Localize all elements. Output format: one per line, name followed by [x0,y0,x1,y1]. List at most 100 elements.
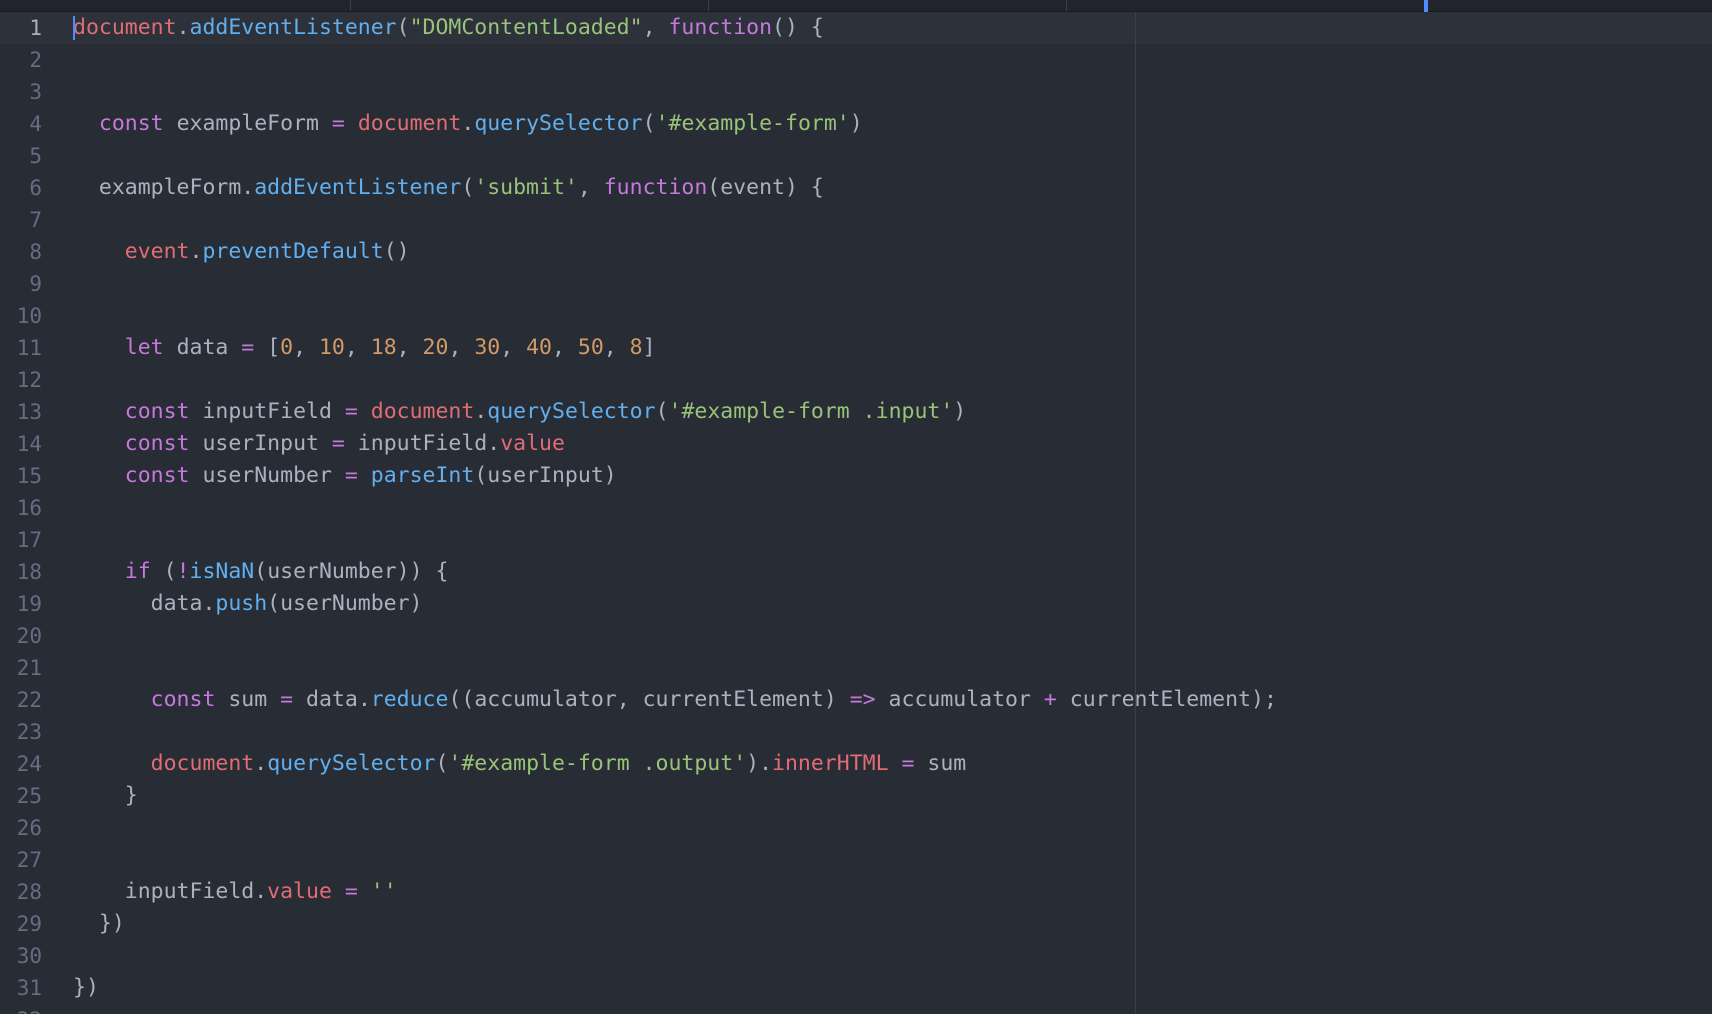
line-number[interactable]: 23 [0,716,42,748]
code-line[interactable]: let data = [0, 10, 18, 20, 30, 40, 50, 8… [73,332,656,364]
code-line[interactable]: const sum = data.reduce((accumulator, cu… [73,684,1277,716]
code-token: ) [953,399,967,424]
tab[interactable] [709,0,1067,11]
line-number[interactable]: 13 [0,396,42,428]
line-number[interactable]: 27 [0,844,42,876]
active-tab-indicator [1424,0,1428,12]
code-token: isNaN [189,559,255,584]
code-token: data. [73,591,216,616]
code-token: ( [642,111,656,136]
code-token: const [98,111,164,136]
code-line[interactable]: document.querySelector('#example-form .o… [73,748,967,780]
code-token: (userNumber)) { [254,559,449,584]
code-token: . [176,15,190,40]
line-number[interactable]: 8 [0,236,42,268]
line-number[interactable]: 1 [0,12,42,44]
code-line[interactable]: }) [73,908,125,940]
code-token: = [331,431,345,456]
code-line[interactable]: const exampleForm = document.querySelect… [73,108,863,140]
code-line[interactable]: event.preventDefault() [73,236,410,268]
code-token: '' [370,879,397,904]
code-line[interactable]: if (!isNaN(userNumber)) { [73,556,449,588]
code-token: function [668,15,773,40]
line-number[interactable]: 28 [0,876,42,908]
line-number[interactable]: 3 [0,76,42,108]
line-number-gutter[interactable]: 1 2 3 4 5 6 7 8 9 10 11 12 13 14 15 16 17 18 19 20 21 22 23 24 2… [0,12,60,1014]
code-token: inputField. [344,431,501,456]
line-number[interactable]: 21 [0,652,42,684]
line-number[interactable]: 10 [0,300,42,332]
code-token: ( [655,399,669,424]
line-number[interactable]: 32 [0,1004,42,1014]
line-number[interactable]: 9 [0,268,42,300]
code-line[interactable]: const inputField = document.querySelecto… [73,396,966,428]
tab-active[interactable] [1067,0,1427,11]
line-number[interactable]: 16 [0,492,42,524]
line-number[interactable]: 26 [0,812,42,844]
code-token: (event) { [707,175,824,200]
line-number[interactable]: 4 [0,108,42,140]
code-line[interactable]: document.addEventListener("DOMContentLoa… [73,12,824,44]
line-number[interactable]: 20 [0,620,42,652]
line-number[interactable]: 29 [0,908,42,940]
line-number[interactable]: 31 [0,972,42,1004]
line-number[interactable]: 30 [0,940,42,972]
code-line[interactable]: const userInput = inputField.value [73,428,565,460]
tab[interactable] [0,0,351,11]
code-token: sum [215,687,281,712]
code-token: currentElement); [1056,687,1277,712]
line-number[interactable]: 12 [0,364,42,396]
code-line[interactable]: const userNumber = parseInt(userInput) [73,460,617,492]
code-token: preventDefault [202,239,384,264]
code-line[interactable]: } [73,780,138,812]
code-token: document [73,15,177,40]
line-number[interactable]: 17 [0,524,42,556]
code-token: 20 [422,335,449,360]
code-token: addEventListener [254,175,462,200]
code-token: = [241,335,255,360]
code-line[interactable]: }) [73,972,99,1004]
code-token: () [383,239,410,264]
line-number[interactable]: 14 [0,428,42,460]
line-number[interactable]: 5 [0,140,42,172]
code-token: value [500,431,565,456]
line-number[interactable]: 22 [0,684,42,716]
code-token: , [552,335,578,360]
line-number[interactable]: 2 [0,44,42,76]
code-line[interactable]: data.push(userNumber) [73,588,423,620]
code-token: ] [642,335,656,360]
code-token: sum [914,751,967,776]
line-number[interactable]: 19 [0,588,42,620]
line-number[interactable]: 11 [0,332,42,364]
line-number[interactable]: 6 [0,172,42,204]
code-token: 0 [280,335,294,360]
code-token: ((accumulator, currentElement) [448,687,850,712]
code-token: , [500,335,527,360]
tab[interactable] [351,0,709,11]
code-token: ( [435,751,449,776]
code-token: '#example-form .output' [448,751,747,776]
code-token: . [254,751,268,776]
line-number[interactable]: 24 [0,748,42,780]
code-token: ) [849,111,863,136]
code-token: 18 [370,335,397,360]
line-number[interactable]: 7 [0,204,42,236]
code-line[interactable]: inputField.value = '' [73,876,397,908]
code-token: = [331,111,345,136]
line-number[interactable]: 25 [0,780,42,812]
code-token: = [344,399,358,424]
line-number[interactable]: 15 [0,460,42,492]
code-token: ( [150,559,177,584]
code-line[interactable]: exampleForm.addEventListener('submit', f… [73,172,824,204]
code-token: (userInput) [474,463,617,488]
line-number[interactable]: 18 [0,556,42,588]
code-editor[interactable]: 1 2 3 4 5 6 7 8 9 10 11 12 13 14 15 16 17 18 19 20 21 22 23 24 2… [0,12,1712,1014]
code-token: , [448,335,475,360]
code-token: const [124,399,190,424]
